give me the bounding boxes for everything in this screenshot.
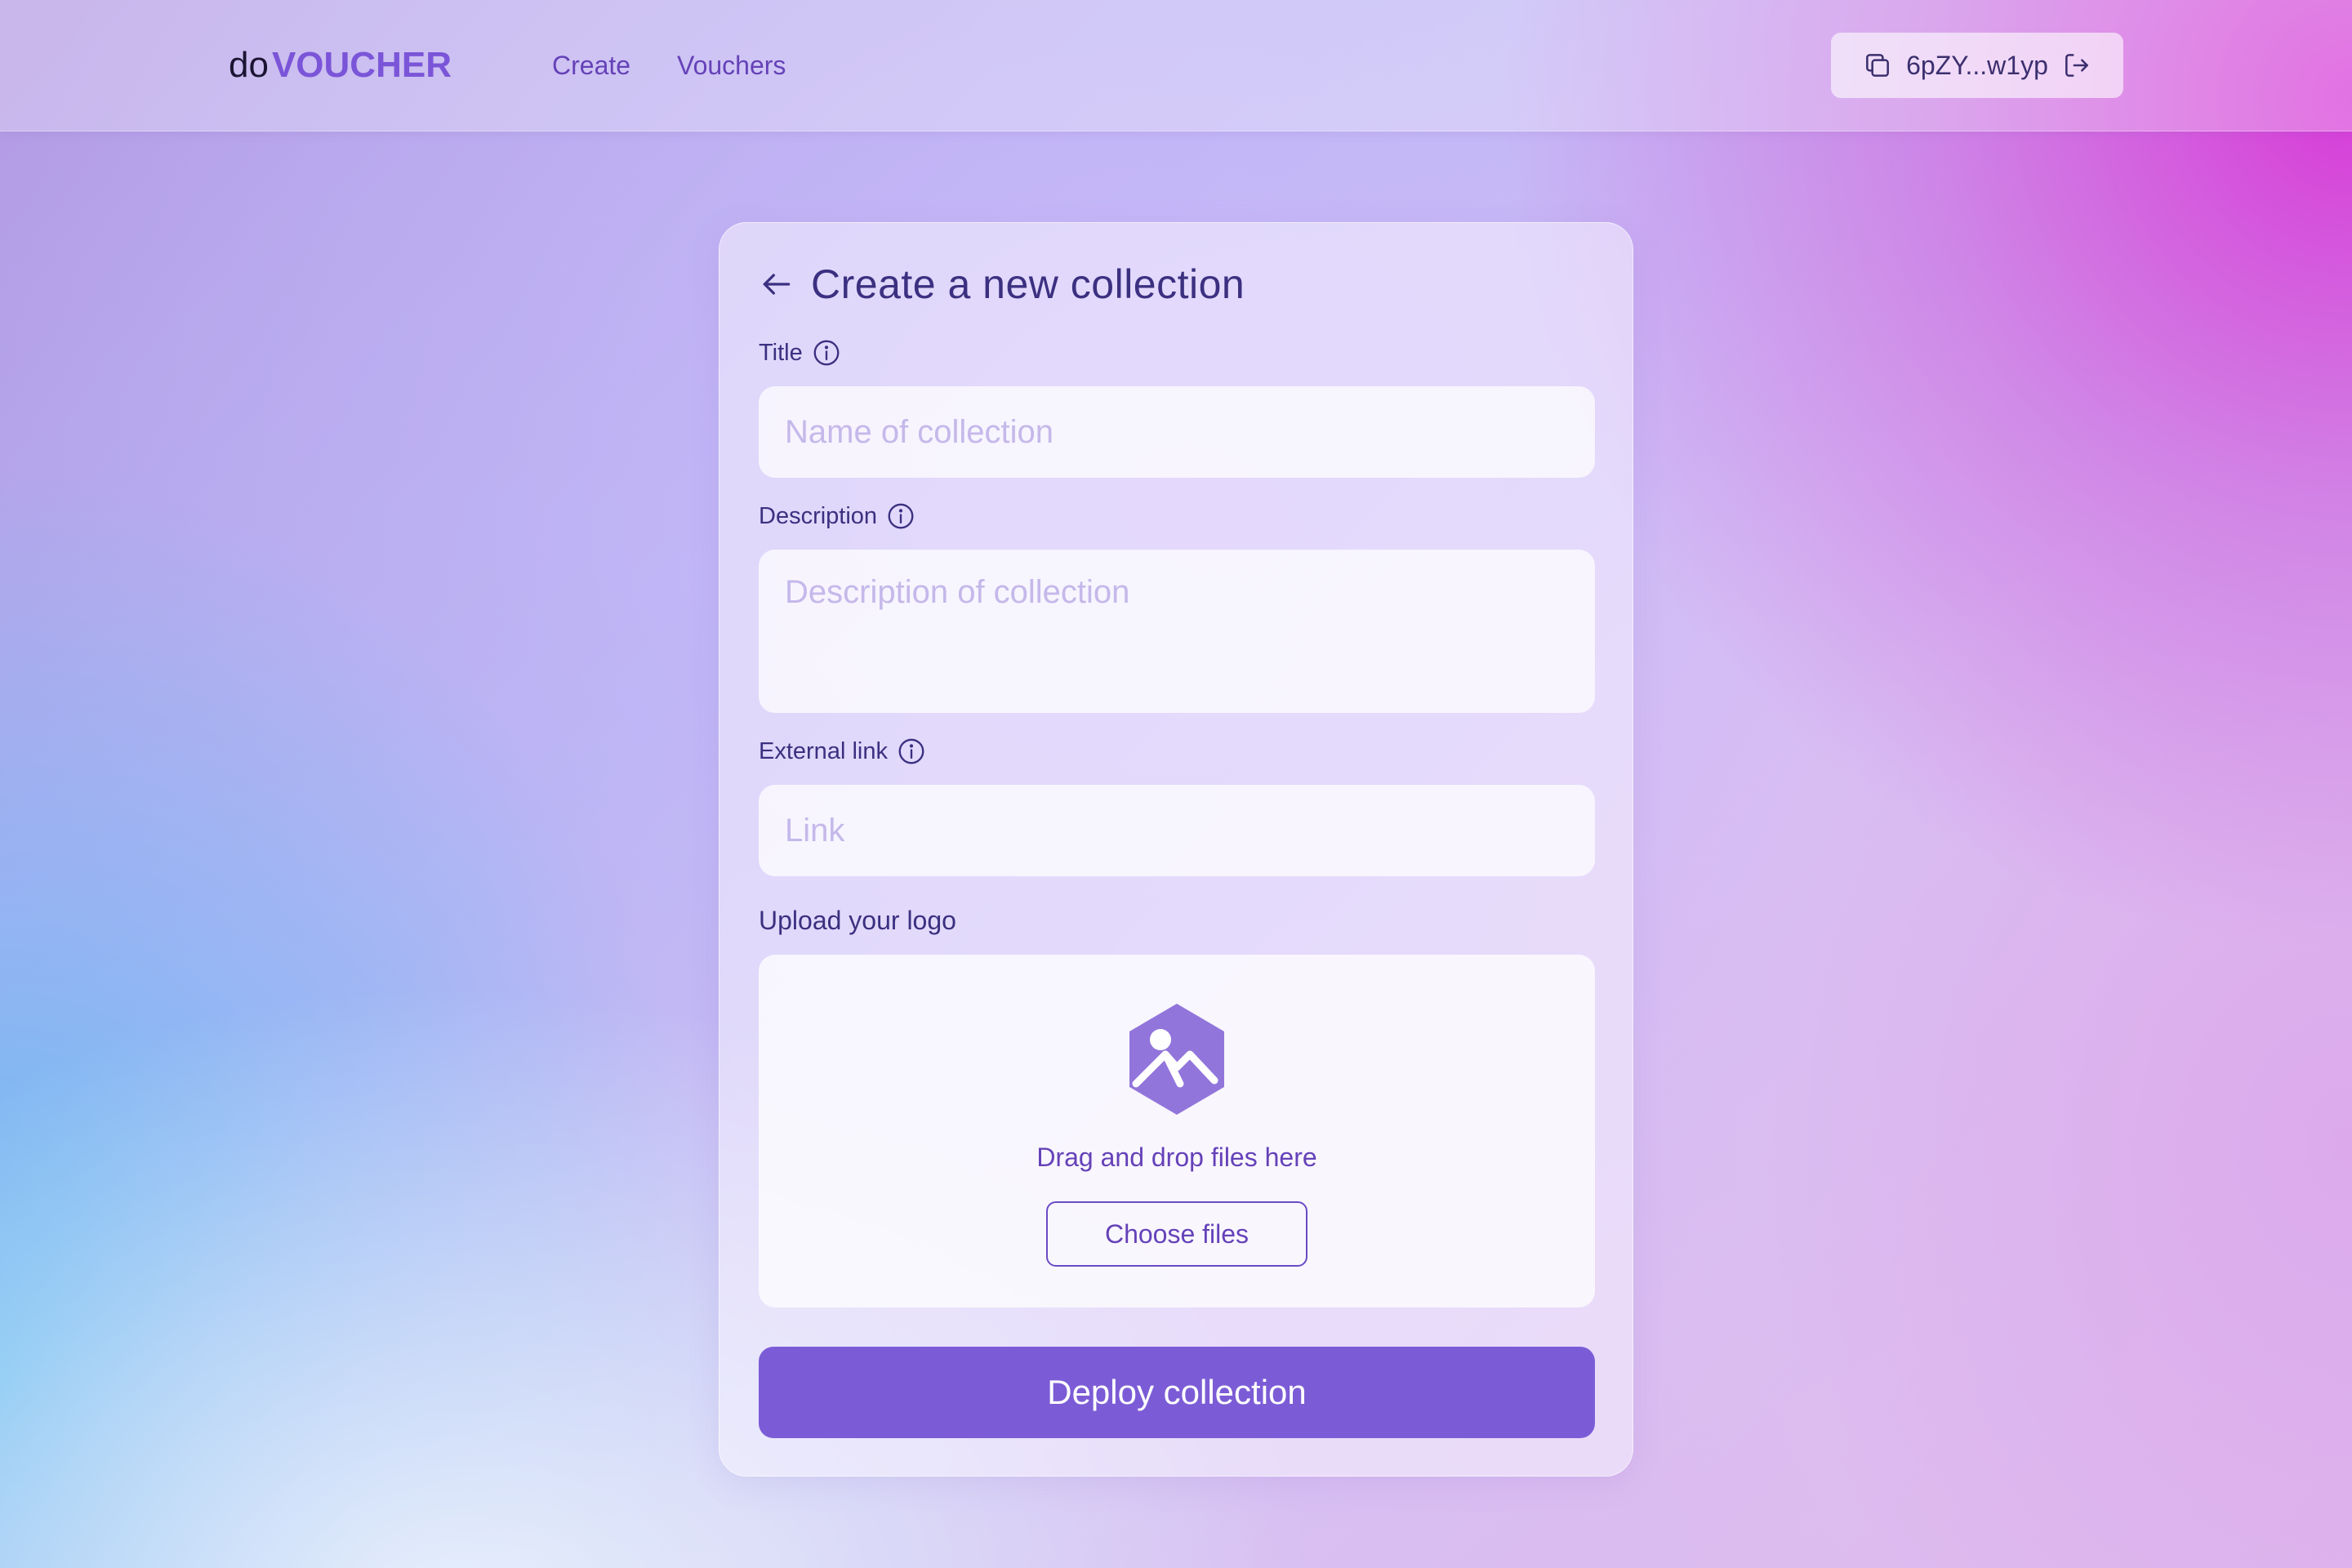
copy-icon[interactable] bbox=[1862, 50, 1893, 81]
create-collection-card: Create a new collection Title Descriptio… bbox=[719, 222, 1633, 1477]
description-input[interactable] bbox=[759, 550, 1595, 713]
wallet-address: 6pZY...w1yp bbox=[1906, 50, 2048, 80]
deploy-collection-button[interactable]: Deploy collection bbox=[759, 1347, 1595, 1438]
external-link-label: External link bbox=[759, 736, 927, 767]
external-link-label-text: External link bbox=[759, 737, 888, 764]
info-icon[interactable] bbox=[885, 501, 916, 532]
logo-brand: VOUCHER bbox=[271, 45, 452, 85]
choose-files-button[interactable]: Choose files bbox=[1046, 1201, 1307, 1267]
card-heading: Create a new collection bbox=[759, 261, 1245, 308]
wallet-chip: 6pZY...w1yp bbox=[1831, 33, 2123, 98]
title-label-text: Title bbox=[759, 339, 803, 366]
logo-prefix: do bbox=[229, 45, 269, 85]
drag-drop-text: Drag and drop files here bbox=[1036, 1143, 1317, 1172]
top-navbar: doVOUCHER Create Vouchers 6pZY...w1yp bbox=[0, 0, 2352, 131]
nav-create-link[interactable]: Create bbox=[552, 49, 630, 82]
info-icon[interactable] bbox=[896, 736, 927, 767]
description-label-text: Description bbox=[759, 502, 878, 529]
app-logo[interactable]: doVOUCHER bbox=[229, 46, 452, 85]
title-label: Title bbox=[759, 337, 842, 368]
logo-dropzone[interactable]: Drag and drop files here Choose files bbox=[759, 955, 1595, 1307]
logout-icon[interactable] bbox=[2061, 50, 2092, 81]
description-label: Description bbox=[759, 501, 916, 532]
external-link-input[interactable] bbox=[759, 785, 1595, 876]
image-upload-icon bbox=[1125, 1000, 1229, 1118]
page-title: Create a new collection bbox=[811, 261, 1245, 307]
arrow-left-icon[interactable] bbox=[759, 266, 795, 302]
title-input[interactable] bbox=[759, 386, 1595, 478]
info-icon[interactable] bbox=[811, 337, 842, 368]
nav-vouchers-link[interactable]: Vouchers bbox=[677, 49, 786, 82]
upload-logo-label: Upload your logo bbox=[759, 906, 956, 935]
